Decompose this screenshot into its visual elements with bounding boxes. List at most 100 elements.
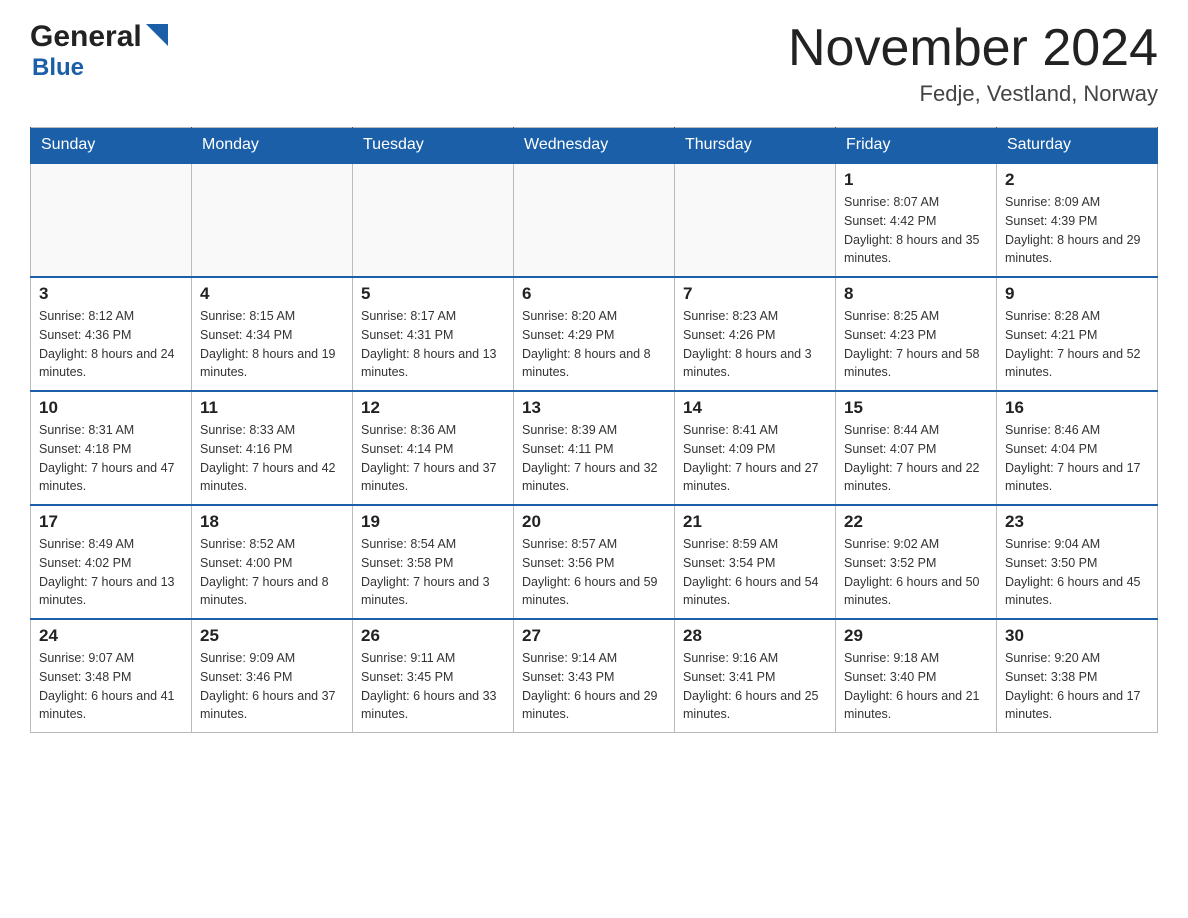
header-friday: Friday (836, 128, 997, 164)
day-number: 26 (361, 626, 505, 646)
day-info: Sunrise: 8:39 AMSunset: 4:11 PMDaylight:… (522, 421, 666, 496)
calendar-cell-w4-d1: 18 Sunrise: 8:52 AMSunset: 4:00 PMDayligh… (192, 505, 353, 619)
calendar-cell-w2-d5: 8 Sunrise: 8:25 AMSunset: 4:23 PMDaylight… (836, 277, 997, 391)
calendar-cell-w2-d4: 7 Sunrise: 8:23 AMSunset: 4:26 PMDaylight… (675, 277, 836, 391)
calendar-cell-w2-d0: 3 Sunrise: 8:12 AMSunset: 4:36 PMDaylight… (31, 277, 192, 391)
day-number: 7 (683, 284, 827, 304)
day-number: 4 (200, 284, 344, 304)
calendar-cell-w3-d4: 14Sunrise: 8:41 AMSunset: 4:09 PMDayligh… (675, 391, 836, 505)
day-number: 13 (522, 398, 666, 418)
day-info: Sunrise: 8:25 AMSunset: 4:23 PMDaylight:… (844, 307, 988, 382)
day-info: Sunrise: 9:04 AMSunset: 3:50 PMDaylight:… (1005, 535, 1149, 610)
day-number: 24 (39, 626, 183, 646)
calendar-cell-w1-d4 (675, 163, 836, 277)
calendar-cell-w5-d6: 30 Sunrise: 9:20 AMSunset: 3:38 PMDayligh… (997, 619, 1158, 733)
day-number: 3 (39, 284, 183, 304)
calendar-cell-w1-d2 (353, 163, 514, 277)
calendar-cell-w4-d0: 17 Sunrise: 8:49 AMSunset: 4:02 PMDayligh… (31, 505, 192, 619)
header-thursday: Thursday (675, 128, 836, 164)
calendar-cell-w4-d3: 20 Sunrise: 8:57 AMSunset: 3:56 PMDayligh… (514, 505, 675, 619)
day-info: Sunrise: 9:02 AMSunset: 3:52 PMDaylight:… (844, 535, 988, 610)
day-info: Sunrise: 8:44 AMSunset: 4:07 PMDaylight:… (844, 421, 988, 496)
day-number: 19 (361, 512, 505, 532)
day-info: Sunrise: 8:17 AMSunset: 4:31 PMDaylight:… (361, 307, 505, 382)
day-info: Sunrise: 8:31 AMSunset: 4:18 PMDaylight:… (39, 421, 183, 496)
day-number: 5 (361, 284, 505, 304)
day-number: 28 (683, 626, 827, 646)
day-info: Sunrise: 8:57 AMSunset: 3:56 PMDaylight:… (522, 535, 666, 610)
calendar-cell-w4-d2: 19 Sunrise: 8:54 AMSunset: 3:58 PMDayligh… (353, 505, 514, 619)
header-wednesday: Wednesday (514, 128, 675, 164)
day-info: Sunrise: 8:41 AMSunset: 4:09 PMDaylight:… (683, 421, 827, 496)
day-number: 1 (844, 170, 988, 190)
calendar-week-5: 24 Sunrise: 9:07 AMSunset: 3:48 PMDayligh… (31, 619, 1158, 733)
day-info: Sunrise: 8:54 AMSunset: 3:58 PMDaylight:… (361, 535, 505, 610)
title-area: November 2024 Fedje, Vestland, Norway (788, 20, 1158, 107)
calendar-cell-w3-d0: 10 Sunrise: 8:31 AMSunset: 4:18 PMDayligh… (31, 391, 192, 505)
day-info: Sunrise: 9:16 AMSunset: 3:41 PMDaylight:… (683, 649, 827, 724)
calendar-cell-w1-d5: 1 Sunrise: 8:07 AMSunset: 4:42 PMDaylight… (836, 163, 997, 277)
day-number: 16 (1005, 398, 1149, 418)
calendar-cell-w1-d1 (192, 163, 353, 277)
day-number: 25 (200, 626, 344, 646)
day-info: Sunrise: 8:15 AMSunset: 4:34 PMDaylight:… (200, 307, 344, 382)
day-number: 12 (361, 398, 505, 418)
day-info: Sunrise: 8:49 AMSunset: 4:02 PMDaylight:… (39, 535, 183, 610)
day-number: 27 (522, 626, 666, 646)
calendar-cell-w5-d5: 29 Sunrise: 9:18 AMSunset: 3:40 PMDayligh… (836, 619, 997, 733)
calendar-cell-w4-d5: 22 Sunrise: 9:02 AMSunset: 3:52 PMDayligh… (836, 505, 997, 619)
calendar-cell-w5-d3: 27 Sunrise: 9:14 AMSunset: 3:43 PMDayligh… (514, 619, 675, 733)
logo-name-part2: Blue (32, 54, 84, 81)
calendar-cell-w2-d6: 9 Sunrise: 8:28 AMSunset: 4:21 PMDaylight… (997, 277, 1158, 391)
month-title: November 2024 (788, 20, 1158, 77)
day-number: 6 (522, 284, 666, 304)
day-info: Sunrise: 8:33 AMSunset: 4:16 PMDaylight:… (200, 421, 344, 496)
logo: General Blue (30, 20, 168, 82)
day-info: Sunrise: 9:11 AMSunset: 3:45 PMDaylight:… (361, 649, 505, 724)
calendar-cell-w4-d6: 23 Sunrise: 9:04 AMSunset: 3:50 PMDayligh… (997, 505, 1158, 619)
day-number: 17 (39, 512, 183, 532)
day-number: 22 (844, 512, 988, 532)
calendar-cell-w5-d4: 28 Sunrise: 9:16 AMSunset: 3:41 PMDayligh… (675, 619, 836, 733)
calendar-cell-w3-d2: 12Sunrise: 8:36 AMSunset: 4:14 PMDayligh… (353, 391, 514, 505)
day-info: Sunrise: 8:52 AMSunset: 4:00 PMDaylight:… (200, 535, 344, 610)
calendar-cell-w1-d3 (514, 163, 675, 277)
calendar-cell-w3-d1: 11 Sunrise: 8:33 AMSunset: 4:16 PMDayligh… (192, 391, 353, 505)
header-saturday: Saturday (997, 128, 1158, 164)
day-number: 18 (200, 512, 344, 532)
calendar-week-2: 3 Sunrise: 8:12 AMSunset: 4:36 PMDaylight… (31, 277, 1158, 391)
calendar-cell-w5-d2: 26 Sunrise: 9:11 AMSunset: 3:45 PMDayligh… (353, 619, 514, 733)
day-info: Sunrise: 9:14 AMSunset: 3:43 PMDaylight:… (522, 649, 666, 724)
day-number: 20 (522, 512, 666, 532)
day-info: Sunrise: 9:18 AMSunset: 3:40 PMDaylight:… (844, 649, 988, 724)
day-info: Sunrise: 9:09 AMSunset: 3:46 PMDaylight:… (200, 649, 344, 724)
calendar-cell-w1-d6: 2Sunrise: 8:09 AMSunset: 4:39 PMDaylight… (997, 163, 1158, 277)
day-info: Sunrise: 8:07 AMSunset: 4:42 PMDaylight:… (844, 193, 988, 268)
calendar-cell-w2-d3: 6Sunrise: 8:20 AMSunset: 4:29 PMDaylight… (514, 277, 675, 391)
day-number: 11 (200, 398, 344, 418)
day-number: 23 (1005, 512, 1149, 532)
day-number: 29 (844, 626, 988, 646)
logo-triangle-icon (146, 24, 168, 46)
day-info: Sunrise: 8:12 AMSunset: 4:36 PMDaylight:… (39, 307, 183, 382)
calendar-cell-w2-d2: 5 Sunrise: 8:17 AMSunset: 4:31 PMDaylight… (353, 277, 514, 391)
day-info: Sunrise: 8:46 AMSunset: 4:04 PMDaylight:… (1005, 421, 1149, 496)
calendar-cell-w3-d6: 16 Sunrise: 8:46 AMSunset: 4:04 PMDayligh… (997, 391, 1158, 505)
calendar-table: Sunday Monday Tuesday Wednesday Thursday… (30, 127, 1158, 733)
day-info: Sunrise: 8:09 AMSunset: 4:39 PMDaylight:… (1005, 193, 1149, 268)
day-number: 30 (1005, 626, 1149, 646)
calendar-week-4: 17 Sunrise: 8:49 AMSunset: 4:02 PMDayligh… (31, 505, 1158, 619)
header-sunday: Sunday (31, 128, 192, 164)
day-info: Sunrise: 8:28 AMSunset: 4:21 PMDaylight:… (1005, 307, 1149, 382)
day-info: Sunrise: 9:07 AMSunset: 3:48 PMDaylight:… (39, 649, 183, 724)
calendar-cell-w1-d0 (31, 163, 192, 277)
day-number: 10 (39, 398, 183, 418)
day-number: 9 (1005, 284, 1149, 304)
day-info: Sunrise: 8:23 AMSunset: 4:26 PMDaylight:… (683, 307, 827, 382)
calendar-cell-w3-d3: 13 Sunrise: 8:39 AMSunset: 4:11 PMDayligh… (514, 391, 675, 505)
day-number: 21 (683, 512, 827, 532)
day-info: Sunrise: 9:20 AMSunset: 3:38 PMDaylight:… (1005, 649, 1149, 724)
location-title: Fedje, Vestland, Norway (788, 81, 1158, 107)
header-tuesday: Tuesday (353, 128, 514, 164)
day-number: 8 (844, 284, 988, 304)
